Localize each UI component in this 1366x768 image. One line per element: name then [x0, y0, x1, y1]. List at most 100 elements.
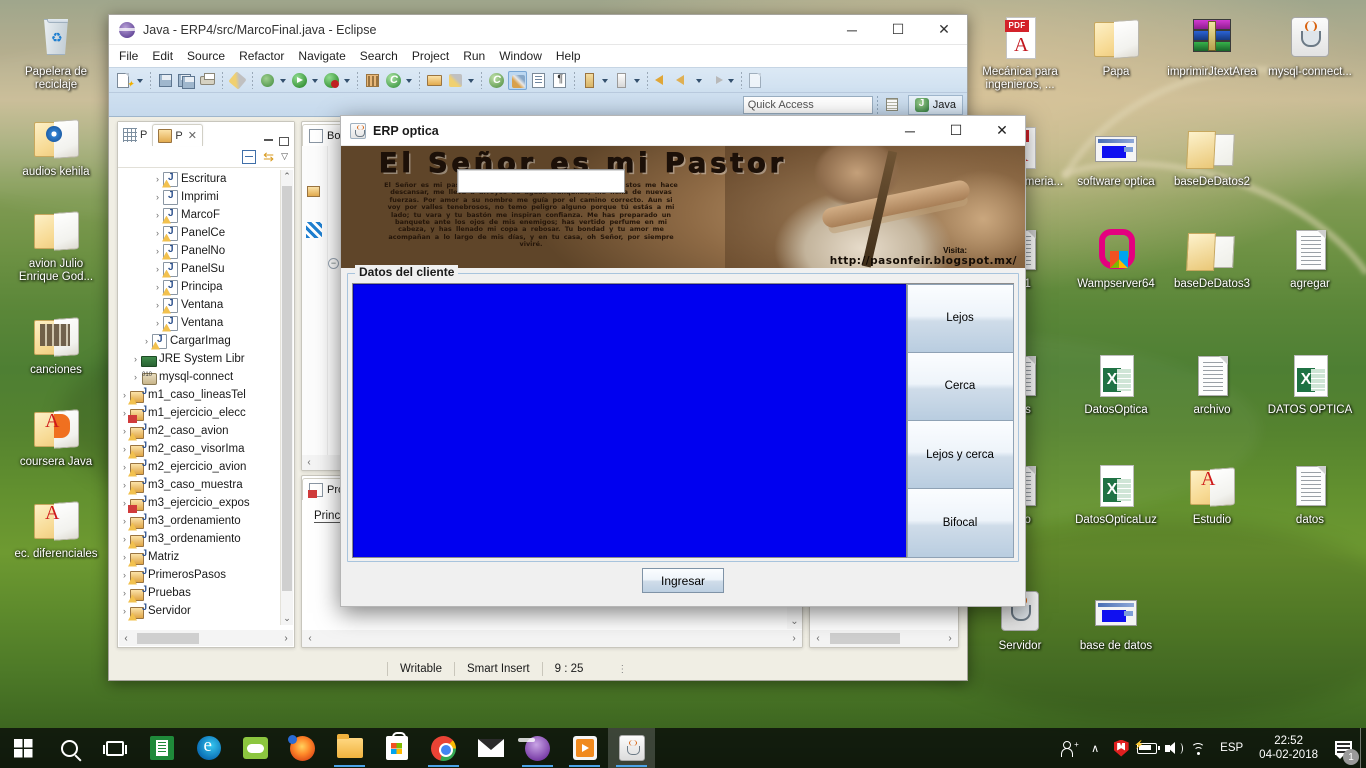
- cliente-name-input[interactable]: [457, 169, 625, 193]
- view-window-controls[interactable]: [264, 137, 294, 146]
- tree-item[interactable]: › m3_ordenamiento: [119, 512, 280, 531]
- show-paragraph-icon[interactable]: [550, 71, 569, 90]
- save-icon[interactable]: [156, 71, 175, 90]
- taskbar-app-cloud[interactable]: [232, 728, 279, 768]
- button-lejos[interactable]: Lejos: [906, 283, 1014, 353]
- chevron-right-icon[interactable]: ›: [152, 210, 163, 220]
- close-icon[interactable]: ✕: [188, 129, 197, 142]
- menu-source[interactable]: Source: [187, 49, 225, 63]
- scroll-left-icon[interactable]: ‹: [119, 633, 133, 644]
- search-button[interactable]: [46, 728, 92, 768]
- chevron-right-icon[interactable]: ›: [130, 372, 141, 382]
- tree-item[interactable]: ›m3_ejercicio_expos: [119, 494, 280, 513]
- back-icon[interactable]: [653, 71, 672, 90]
- desktop-icon-agregar[interactable]: agregar: [1262, 226, 1358, 291]
- erp-minimize-button[interactable]: ─: [887, 116, 933, 146]
- menu-refactor[interactable]: Refactor: [239, 49, 284, 63]
- menu-file[interactable]: File: [119, 49, 138, 63]
- task-view-button[interactable]: [92, 728, 138, 768]
- eclipse-minimize-button[interactable]: ─: [829, 15, 875, 45]
- chevron-right-icon[interactable]: ›: [119, 444, 130, 454]
- menu-project[interactable]: Project: [412, 49, 449, 63]
- taskbar-app-media[interactable]: [561, 728, 608, 768]
- desktop-icon-datosoptica[interactable]: X DatosOptica: [1068, 352, 1164, 417]
- view-menu-icon[interactable]: ▽: [281, 151, 288, 162]
- new-editor-icon[interactable]: [747, 71, 766, 90]
- tree-item[interactable]: › m2_caso_visorIma: [119, 440, 280, 459]
- start-button[interactable]: [0, 728, 46, 768]
- chevron-right-icon[interactable]: ›: [152, 282, 163, 292]
- show-desktop-button[interactable]: [1360, 728, 1366, 768]
- next-annotation-dropdown-icon[interactable]: [601, 71, 610, 90]
- show-whitespace-icon[interactable]: [529, 71, 548, 90]
- eclipse-toolbar[interactable]: ✦: [109, 67, 967, 93]
- tree-item[interactable]: › Pruebas: [119, 584, 280, 603]
- debug-icon[interactable]: [258, 71, 277, 90]
- desktop-icon-archivo[interactable]: archivo: [1164, 352, 1260, 417]
- minimize-view-icon[interactable]: [264, 139, 273, 141]
- chevron-right-icon[interactable]: ›: [152, 246, 163, 256]
- chevron-right-icon[interactable]: ›: [152, 228, 163, 238]
- battery-tray-icon[interactable]: ⚡: [1134, 728, 1161, 768]
- menu-navigate[interactable]: Navigate: [298, 49, 345, 63]
- desktop-icon-mecanica-para-ingenieros[interactable]: PDF A Mecánica para ingenieros, ...: [972, 14, 1068, 92]
- chevron-right-icon[interactable]: ›: [152, 264, 163, 274]
- tree-item[interactable]: › PanelNo: [119, 242, 280, 260]
- menu-search[interactable]: Search: [360, 49, 398, 63]
- chevron-right-icon[interactable]: ›: [119, 534, 130, 544]
- menu-window[interactable]: Window: [499, 49, 542, 63]
- tree-item[interactable]: › JRE System Libr: [119, 350, 280, 368]
- scroll-up-icon[interactable]: ⌃: [281, 170, 293, 183]
- language-indicator[interactable]: ESP: [1212, 742, 1251, 754]
- taskbar-app-onenote[interactable]: [138, 728, 185, 768]
- maximize-view-icon[interactable]: [279, 137, 289, 146]
- package-explorer-tabs[interactable]: P P ✕: [118, 122, 294, 146]
- desktop-icon-datos[interactable]: datos: [1262, 462, 1358, 527]
- desktop-icon-audios-kehila[interactable]: audios kehila: [8, 114, 104, 179]
- scrollbar-thumb[interactable]: [830, 633, 900, 644]
- taskbar-app-explorer[interactable]: [326, 728, 373, 768]
- tree-item[interactable]: › Escritura: [119, 170, 280, 188]
- new-class-icon[interactable]: [384, 71, 403, 90]
- toggle-mark-occurrences-icon[interactable]: [508, 70, 527, 90]
- eclipse-window-controls[interactable]: ─ ☐ ✕: [829, 15, 967, 45]
- system-tray[interactable]: + ∧ ⚡ ESP 22:52 04-02-2018 1: [1056, 728, 1366, 768]
- antivirus-tray-icon[interactable]: [1108, 728, 1134, 768]
- notifications-button[interactable]: 1: [1326, 728, 1360, 768]
- chevron-right-icon[interactable]: ›: [119, 426, 130, 436]
- tree-item[interactable]: › m2_caso_avion: [119, 422, 280, 441]
- new-java-package-icon[interactable]: [363, 71, 382, 90]
- scroll-down-icon[interactable]: ⌄: [787, 616, 802, 627]
- new-class-dropdown-icon[interactable]: [405, 71, 414, 90]
- eclipse-maximize-button[interactable]: ☐: [875, 15, 921, 45]
- desktop-icon-avion-julio[interactable]: avion Julio Enrique God...: [8, 206, 104, 284]
- erp-titlebar[interactable]: ERP optica ─ ☐ ✕: [341, 116, 1025, 146]
- desktop-icon-mysql-connector[interactable]: mysql-connect...: [1262, 14, 1358, 79]
- scrollbar-thumb[interactable]: [137, 632, 199, 644]
- button-bifocal[interactable]: Bifocal: [906, 488, 1014, 558]
- cliente-display-area[interactable]: [352, 283, 909, 558]
- tree-item[interactable]: › Imprimi: [119, 188, 280, 206]
- tree-item[interactable]: › Principa: [119, 278, 280, 296]
- chevron-right-icon[interactable]: ›: [141, 336, 152, 346]
- scroll-right-icon[interactable]: ›: [786, 633, 802, 644]
- chevron-right-icon[interactable]: ›: [152, 318, 163, 328]
- run-icon[interactable]: [290, 71, 309, 90]
- scroll-down-icon[interactable]: ⌄: [281, 612, 293, 625]
- link-with-editor-icon[interactable]: ⇆: [263, 150, 274, 163]
- tree-item[interactable]: › m2_ejercicio_avion: [119, 458, 280, 477]
- package-explorer-view[interactable]: P P ✕ ⇆ ▽ › Escritura › Imprimi › MarcoF › Pane…: [117, 121, 295, 648]
- secondary-view-hscrollbar[interactable]: ‹ ›: [810, 630, 958, 647]
- tree-item[interactable]: › Ventana: [119, 296, 280, 314]
- button-lejos-y-cerca[interactable]: Lejos y cerca: [906, 420, 1014, 490]
- previous-annotation-dropdown-icon[interactable]: [633, 71, 642, 90]
- new-dropdown-icon[interactable]: [136, 71, 145, 90]
- scroll-right-icon[interactable]: ›: [279, 633, 293, 644]
- menu-run[interactable]: Run: [463, 49, 485, 63]
- run-dropdown-icon[interactable]: [311, 71, 320, 90]
- tree-item[interactable]: › m1_caso_lineasTel: [119, 386, 280, 405]
- scroll-left-icon[interactable]: ‹: [302, 633, 318, 644]
- tree-item[interactable]: › MarcoF: [119, 206, 280, 224]
- desktop-icon-estudio[interactable]: A Estudio: [1164, 462, 1260, 527]
- tree-item[interactable]: › PrimerosPasos: [119, 566, 280, 585]
